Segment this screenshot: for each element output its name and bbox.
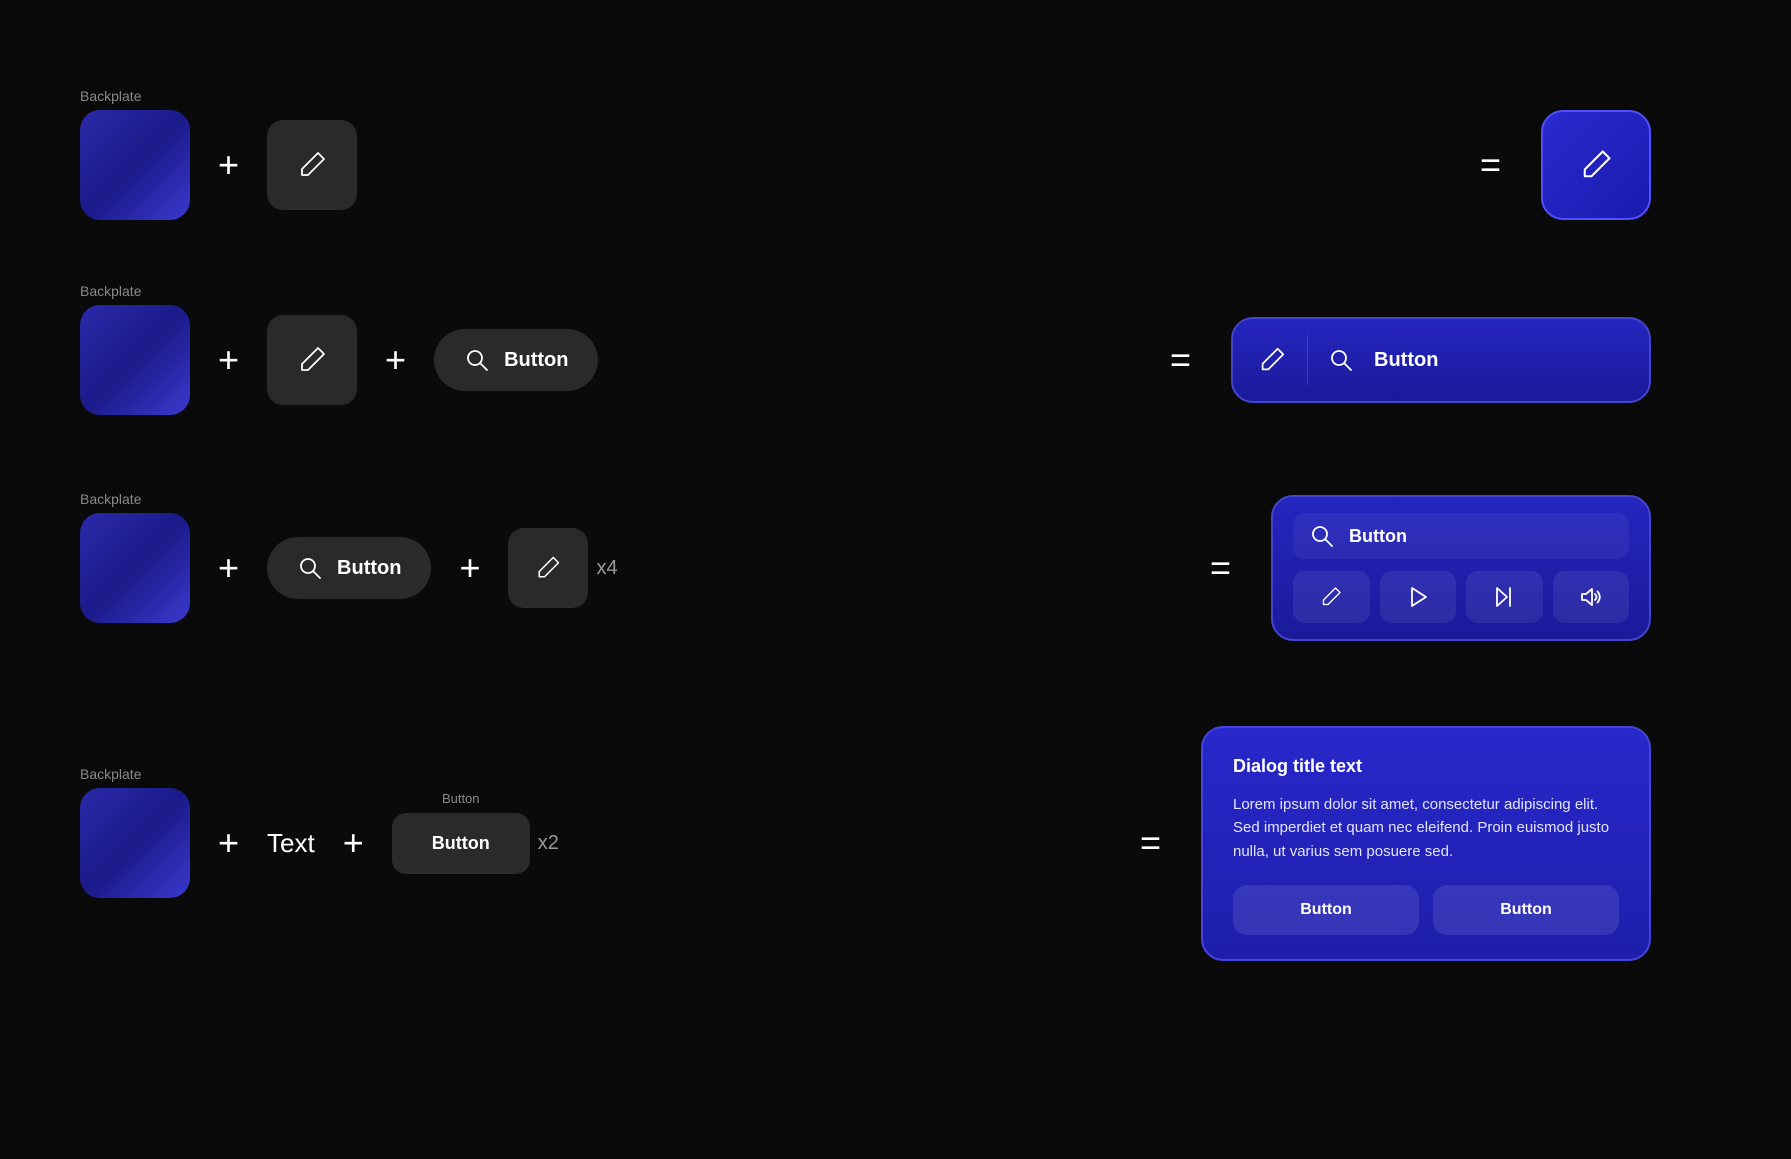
search-icon-3 (297, 555, 323, 581)
pencil-icon-result-3a (1319, 585, 1343, 609)
result-icon-cell-1[interactable] (1293, 571, 1370, 623)
divider-row2 (1307, 335, 1308, 385)
result-icon-cell-2[interactable] (1380, 571, 1457, 623)
pencil-icon-result-2 (1257, 345, 1287, 375)
result-button-label-3: Button (1349, 526, 1407, 547)
search-pill-2[interactable]: Button (434, 329, 598, 391)
result-row3-top: Button (1293, 513, 1629, 559)
operator-2-1: + (218, 339, 239, 381)
result-row2[interactable]: Button (1231, 317, 1651, 403)
pencil-icon-result-1 (1578, 147, 1614, 183)
result-icon-pill-1[interactable] (1541, 110, 1651, 220)
backplate-square-2 (80, 305, 190, 415)
search-icon-2 (464, 347, 490, 373)
operator-3-1: + (218, 547, 239, 589)
row-3: Backplate + Button + x4 = (80, 495, 1711, 641)
dialog-title: Dialog title text (1233, 756, 1619, 777)
row-1: Backplate + = (80, 110, 1711, 220)
row4-left: Backplate + Text + Button Button x2 (80, 788, 1100, 898)
volume-icon-result-3 (1579, 585, 1603, 609)
operator-4-1: + (218, 822, 239, 864)
row1-left: Backplate + (80, 110, 1440, 220)
search-pill-3[interactable]: Button (267, 537, 431, 599)
dialog-btn-1[interactable]: Button (1233, 885, 1419, 935)
result-row3[interactable]: Button (1271, 495, 1651, 641)
equals-3: = (1210, 547, 1231, 589)
pencil-icon-2 (296, 344, 328, 376)
edit-icon-btn-2[interactable] (267, 315, 357, 405)
backplate-label-4: Backplate (80, 766, 141, 782)
row2-left: Backplate + + Button (80, 305, 1130, 415)
row-2: Backplate + + Button = (80, 305, 1711, 415)
btn-label-above-4: Button (442, 791, 480, 806)
edit-icon-btn-3[interactable] (508, 528, 588, 608)
operator-3-2: + (459, 547, 480, 589)
pencil-icon-3 (534, 554, 562, 582)
row3-result: Button (1271, 495, 1711, 641)
button-label-3: Button (337, 557, 401, 580)
backplate-label-2: Backplate (80, 283, 141, 299)
backplate-square-4 (80, 788, 190, 898)
backplate-wrapper-1: Backplate (80, 110, 190, 220)
operator-4-2: + (343, 822, 364, 864)
backplate-wrapper-3: Backplate (80, 513, 190, 623)
text-label-4: Text (267, 828, 315, 859)
row4-result: Dialog title text Lorem ipsum dolor sit … (1201, 726, 1711, 961)
result-icon-cell-4[interactable] (1553, 571, 1630, 623)
equals-4: = (1140, 822, 1161, 864)
multiplier-3: x4 (596, 557, 617, 580)
edit-icon-btn-1[interactable] (267, 120, 357, 210)
equals-1: = (1480, 144, 1501, 186)
backplate-label-3: Backplate (80, 491, 141, 507)
button-dark-pill-4[interactable]: Button (392, 813, 530, 874)
result-icon-cell-3[interactable] (1466, 571, 1543, 623)
result-dialog-4[interactable]: Dialog title text Lorem ipsum dolor sit … (1201, 726, 1651, 961)
button-label-2: Button (504, 349, 568, 372)
row2-result: Button (1231, 317, 1711, 403)
forward-icon-result-3 (1492, 585, 1516, 609)
row1-result (1541, 110, 1711, 220)
main-container: Backplate + = Backplate (0, 0, 1791, 1159)
operator-2-2: + (385, 339, 406, 381)
row-4: Backplate + Text + Button Button x2 = Di… (80, 726, 1711, 961)
result-row3-bottom (1293, 571, 1629, 623)
btn-wrapper-4: Button Button (392, 813, 530, 874)
backplate-square-3 (80, 513, 190, 623)
pencil-icon-1 (296, 149, 328, 181)
search-icon-result-2 (1328, 347, 1354, 373)
dialog-btn-2[interactable]: Button (1433, 885, 1619, 935)
row3-left: Backplate + Button + x4 (80, 513, 1170, 623)
dialog-buttons: Button Button (1233, 885, 1619, 935)
operator-1-1: + (218, 144, 239, 186)
backplate-wrapper-4: Backplate (80, 788, 190, 898)
backplate-label-1: Backplate (80, 88, 141, 104)
equals-2: = (1170, 339, 1191, 381)
result-button-label-2: Button (1374, 349, 1438, 372)
backplate-square-1 (80, 110, 190, 220)
button-dark-pill-label-4: Button (432, 833, 490, 853)
backplate-wrapper-2: Backplate (80, 305, 190, 415)
play-icon-result-3 (1406, 585, 1430, 609)
dialog-body: Lorem ipsum dolor sit amet, consectetur … (1233, 793, 1619, 863)
search-icon-result-3 (1309, 523, 1335, 549)
multiplier-4: x2 (538, 832, 559, 855)
